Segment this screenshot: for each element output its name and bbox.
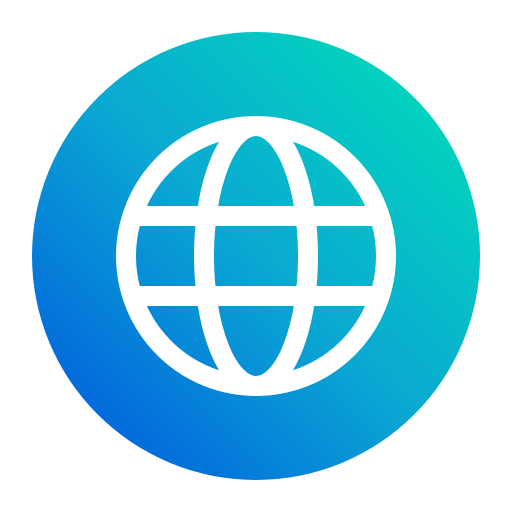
globe-icon xyxy=(116,116,396,396)
globe-app-icon xyxy=(0,0,512,512)
globe-meridian xyxy=(194,116,318,396)
globe-outline xyxy=(116,116,396,396)
